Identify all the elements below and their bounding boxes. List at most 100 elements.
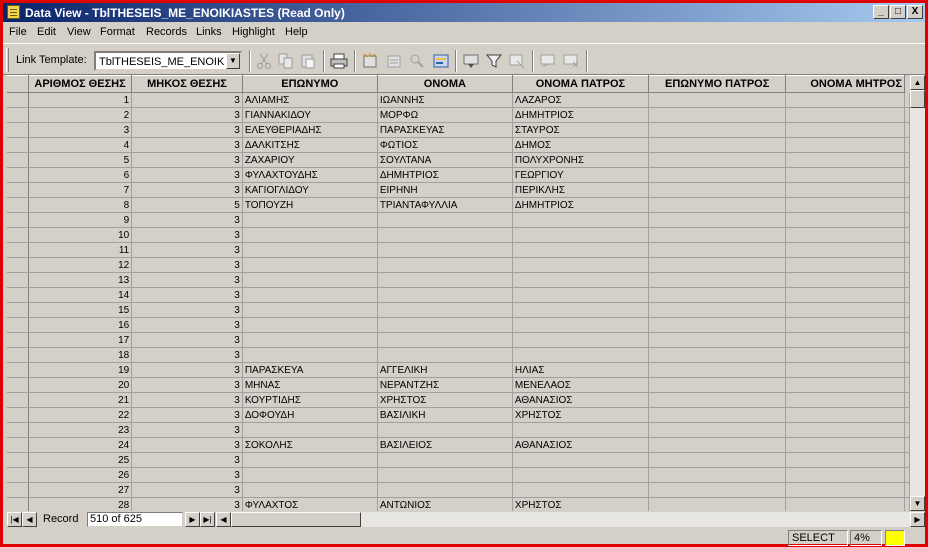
paste-icon[interactable] (299, 52, 317, 70)
table-cell[interactable] (648, 407, 787, 423)
table-cell[interactable] (648, 152, 787, 168)
table-cell[interactable] (904, 152, 910, 168)
table-cell[interactable] (242, 332, 378, 348)
table-cell[interactable]: ΧΡΗΣΤΟΣ (512, 407, 650, 423)
table-cell[interactable] (512, 347, 650, 363)
table-row[interactable]: 18 3 (7, 347, 910, 363)
query-icon[interactable] (432, 52, 450, 70)
row-selector[interactable] (7, 152, 29, 168)
table-cell[interactable] (785, 317, 905, 333)
table-cell[interactable] (904, 377, 910, 393)
find-icon[interactable] (408, 52, 426, 70)
row-selector[interactable] (7, 452, 29, 468)
table-cell[interactable]: ΦΥΛΑΧΤΟΥΔΗΣ (242, 167, 378, 183)
table-cell[interactable] (648, 467, 787, 483)
table-cell[interactable] (904, 347, 910, 363)
table-cell[interactable] (512, 212, 650, 228)
table-cell[interactable]: 3 (131, 377, 243, 393)
table-cell[interactable] (377, 272, 513, 288)
first-record-icon[interactable]: |◀ (7, 512, 22, 527)
table-cell[interactable]: 3 (131, 332, 243, 348)
table-cell[interactable]: ΠΕΡΙΚΛΗΣ (512, 182, 650, 198)
table-cell[interactable] (785, 272, 905, 288)
column-header[interactable]: ΕΠΩΝΥΜΟ (242, 75, 378, 93)
table-cell[interactable]: ΖΑΧΑΡΙΟΥ (242, 152, 378, 168)
table-cell[interactable]: ΔΗΜΗΤΡΙΟΣ (377, 167, 513, 183)
table-cell[interactable]: ΣΤΑΥΡΟΣ (512, 122, 650, 138)
table-cell[interactable] (785, 347, 905, 363)
column-header[interactable]: ΟΝΟΜΑ (377, 75, 513, 93)
table-cell[interactable] (648, 452, 787, 468)
row-selector[interactable] (7, 257, 29, 273)
new-record-icon[interactable] (361, 52, 379, 70)
toolbar-grip[interactable] (6, 48, 9, 72)
copy-icon[interactable] (277, 52, 295, 70)
link-icon[interactable] (539, 52, 557, 70)
row-selector[interactable] (7, 227, 29, 243)
table-cell[interactable] (904, 122, 910, 138)
table-cell[interactable]: ΠΑΡΑΣΚΕΥΑ (242, 362, 378, 378)
row-selector[interactable] (7, 272, 29, 288)
table-row[interactable]: 13 3 (7, 272, 910, 288)
table-cell[interactable] (785, 92, 905, 108)
row-selector[interactable] (7, 92, 29, 108)
row-selector[interactable] (7, 362, 29, 378)
table-cell[interactable]: ΚΟΥΡΤΙΔΗΣ (242, 392, 378, 408)
table-cell[interactable] (648, 362, 787, 378)
table-cell[interactable]: 3 (131, 212, 243, 228)
scroll-up-icon[interactable]: ▲ (910, 75, 925, 90)
table-cell[interactable] (904, 197, 910, 213)
highlight-icon[interactable] (462, 52, 480, 70)
table-cell[interactable] (785, 332, 905, 348)
horizontal-scrollbar[interactable]: ◀ ▶ (216, 512, 925, 527)
row-selector[interactable] (7, 122, 29, 138)
row-selector[interactable] (7, 437, 29, 453)
table-cell[interactable] (904, 227, 910, 243)
table-cell[interactable]: 14 (28, 287, 133, 303)
table-row[interactable]: 3 3 ΕΛΕΥΘΕΡΙΑΔΗΣ ΠΑΡΑΣΚΕΥΑΣ ΣΤΑΥΡΟΣ (7, 122, 910, 138)
table-cell[interactable]: 3 (131, 482, 243, 498)
table-cell[interactable]: 17 (28, 332, 133, 348)
table-cell[interactable]: 3 (131, 227, 243, 243)
table-cell[interactable] (785, 482, 905, 498)
table-cell[interactable]: ΔΑΛΚΙΤΣΗΣ (242, 137, 378, 153)
table-cell[interactable]: ΑΛΙΑΜΗΣ (242, 92, 378, 108)
table-cell[interactable]: ΜΕΝΕΛΑΟΣ (512, 377, 650, 393)
table-cell[interactable] (904, 272, 910, 288)
close-button[interactable]: X (907, 5, 923, 19)
table-cell[interactable]: 7 (28, 182, 133, 198)
table-row[interactable]: 14 3 (7, 287, 910, 303)
menu-records[interactable]: Records (146, 26, 187, 38)
edit-record-icon[interactable] (385, 52, 403, 70)
row-selector[interactable] (7, 242, 29, 258)
table-cell[interactable] (648, 347, 787, 363)
table-cell[interactable] (242, 482, 378, 498)
table-cell[interactable] (904, 167, 910, 183)
table-cell[interactable] (512, 317, 650, 333)
table-cell[interactable]: 3 (131, 422, 243, 438)
table-cell[interactable] (242, 242, 378, 258)
table-row[interactable]: 17 3 (7, 332, 910, 348)
unlink-icon[interactable] (562, 52, 580, 70)
table-cell[interactable]: 25 (28, 452, 133, 468)
table-cell[interactable] (512, 482, 650, 498)
table-cell[interactable] (648, 437, 787, 453)
table-cell[interactable] (377, 227, 513, 243)
scroll-thumb[interactable] (910, 90, 925, 108)
table-row[interactable]: 20 3 ΜΗΝΑΣ ΝΕΡΑΝΤΖΗΣ ΜΕΝΕΛΑΟΣ (7, 377, 910, 393)
table-cell[interactable] (785, 452, 905, 468)
table-cell[interactable]: 3 (131, 257, 243, 273)
table-cell[interactable]: ΠΟΛΥΧΡΟΝΗΣ (512, 152, 650, 168)
table-cell[interactable]: ΧΡΗΣΤΟΣ (377, 392, 513, 408)
table-cell[interactable]: 27 (28, 482, 133, 498)
table-cell[interactable] (648, 182, 787, 198)
table-cell[interactable] (648, 377, 787, 393)
table-cell[interactable]: 19 (28, 362, 133, 378)
menu-links[interactable]: Links (196, 26, 222, 38)
table-cell[interactable] (785, 197, 905, 213)
table-cell[interactable] (377, 212, 513, 228)
table-cell[interactable]: ΔΗΜΗΤΡΙΟΣ (512, 197, 650, 213)
table-cell[interactable] (785, 302, 905, 318)
table-cell[interactable]: 20 (28, 377, 133, 393)
table-cell[interactable]: 3 (131, 242, 243, 258)
